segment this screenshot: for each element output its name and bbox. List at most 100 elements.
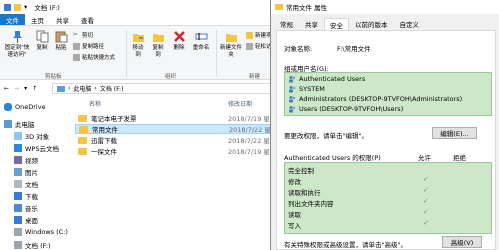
permission-list: 完全控制 修改 ✓ 读取和执行 ✓ 列出文件夹内容 ✓ 读取 ✓ 写入 ✓ [284,162,492,234]
computer-icon [4,120,12,128]
download-icon [14,192,22,200]
tab-share[interactable]: 共享 [50,15,75,25]
deny-header: 拒绝 [453,154,466,162]
file-row-selected[interactable]: 常用文件 2018/7/22 星期日 [75,124,300,134]
tab-customize[interactable]: 自定义 [394,18,426,30]
back-arrow-icon[interactable]: ← [4,85,9,92]
chevron-down-icon[interactable]: ▾ [24,85,27,92]
explorer-titlebar: ▾ 文档 (F:) [0,0,300,14]
dialog-tabs: 常规 共享 安全 以前的版本 自定义 [274,18,496,30]
paste-button[interactable]: 粘贴 [53,30,69,52]
nav-item-drive-f[interactable]: 文档 (F:) [14,240,51,250]
folder-icon [78,147,87,155]
allow-check-icon: ✓ [423,197,429,205]
delete-button[interactable]: 删除 [172,30,186,52]
tab-sharing[interactable]: 共享 [299,18,324,30]
document-icon [14,180,22,188]
tab-view[interactable]: 查看 [75,15,100,25]
paste-shortcut-button[interactable]: 粘贴快捷方式 [73,53,115,61]
nav-item-drive-c[interactable]: Windows (C:) [14,228,68,236]
copy-path-button[interactable]: 复制路径 [73,42,104,50]
nav-item-this-pc[interactable]: 此电脑 [4,119,35,129]
up-arrow-icon[interactable]: ↑ [32,85,37,92]
nav-item-pictures[interactable]: 图片 [14,167,38,177]
file-explorer-window: ▾ 文档 (F:) 文件 主页 共享 查看 固定到"快速访问" 复制 粘贴 ✂ 剪… [0,0,300,250]
forward-arrow-icon[interactable]: → [14,85,19,92]
copy-folder-icon [152,34,164,42]
address-bar[interactable]: › 此电脑 › 文档 (F:) [52,83,300,94]
users-icon [289,76,296,83]
breadcrumb-pc[interactable]: 此电脑 [73,84,91,93]
tab-previous-versions[interactable]: 以前的版本 [349,18,394,30]
copy-button[interactable]: 复制 [34,30,50,52]
list-item[interactable]: Users (DESKTOP-9TVFOH\Users) [288,105,403,113]
copy-icon [36,30,48,43]
nav-item-downloads[interactable]: 下载 [14,191,38,201]
explorer-title: 文档 (F:) [34,4,60,12]
change-permission-hint: 要更改权限，请单击"编辑"。 [284,132,368,140]
wps-cloud-icon [14,144,22,152]
dialog-title: 常用文件 属性 [286,4,328,12]
move-to-button[interactable]: 移动到 [130,30,146,59]
advanced-button[interactable]: 高级(V) [442,236,482,248]
column-name-header[interactable]: 名称 [89,99,101,108]
file-row[interactable]: 笔记本电子发票 2018/7/19 星期四 [75,113,300,123]
permission-read-execute: 读取和执行 [288,189,321,197]
folder-icon [79,125,88,133]
pin-quick-access-button[interactable]: 固定到"快速访问" [2,30,32,59]
edit-button[interactable]: 编辑(E)... [432,127,477,139]
nav-item-desktop[interactable]: 桌面 [14,215,38,225]
cut-button[interactable]: ✂ 剪切 [73,31,93,40]
cube-icon [14,132,22,140]
tab-general[interactable]: 常规 [274,18,299,30]
nav-item-3d[interactable]: 3D 对象 [14,131,49,141]
dialog-titlebar: 常用文件 属性 [271,0,499,14]
tab-security[interactable]: 安全 [324,18,349,30]
nav-item-documents[interactable]: 文档 [14,179,38,189]
group-user-list: Authenticated Users SYSTEM Administrator… [284,72,492,116]
video-icon [14,156,22,164]
easy-access-icon [246,42,253,50]
folder-icon[interactable] [14,3,21,11]
folder-icon [78,114,87,122]
object-name-label: 对象名称: [284,45,313,53]
allow-check-icon: ✓ [423,175,429,183]
permission-header: Authenticated Users 的权限(P) [284,154,381,162]
new-folder-button[interactable]: 新建文件夹 [220,30,242,59]
folder-icon [275,4,283,10]
rename-icon [195,33,207,40]
list-item[interactable]: Administrators (DESKTOP-9TVFOH\Administr… [288,95,462,103]
file-row[interactable]: 迅雷下载 2018/7/22 星期日 [75,135,300,145]
tab-home[interactable]: 主页 [25,15,50,25]
chevron-down-icon[interactable]: ▾ [24,3,27,11]
shortcut-icon [73,53,80,61]
delete-icon [173,31,185,42]
rename-button[interactable]: 重命名 [192,30,210,52]
pin-icon [12,31,22,43]
ribbon-divider [216,30,217,76]
computer-icon [57,85,65,92]
copy-to-button[interactable]: 复制到 [150,30,166,59]
new-folder-icon [225,34,237,42]
permission-list-contents: 列出文件夹内容 [288,200,334,208]
list-item[interactable]: Authenticated Users [288,75,365,83]
nav-item-videos[interactable]: 视频 [14,155,38,165]
nav-item-onedrive[interactable]: OneDrive [4,103,46,111]
nav-item-music[interactable]: 音乐 [14,203,38,213]
move-folder-icon [132,34,144,42]
tab-file[interactable]: 文件 [0,14,25,25]
file-row[interactable]: 一探文件 2018/7/19 星期四 [75,146,300,156]
scissors-icon: ✂ [73,31,78,38]
object-name-value: F:\常用文件 [337,45,371,53]
chevron-right-icon: › [94,85,97,92]
breadcrumb-drive[interactable]: 文档 (F:) [100,84,124,93]
nav-item-wps[interactable]: WPS云文档 [14,143,59,153]
folder-icon [78,136,87,144]
list-item[interactable]: SYSTEM [288,85,325,93]
paste-icon [55,31,67,43]
desktop-icon [14,216,22,224]
security-panel: 对象名称: F:\常用文件 组或用户名(G): Authenticated Us… [276,30,496,250]
column-date-header[interactable]: 修改日期 [228,99,252,108]
save-icon[interactable] [4,3,11,11]
users-icon [289,96,296,103]
